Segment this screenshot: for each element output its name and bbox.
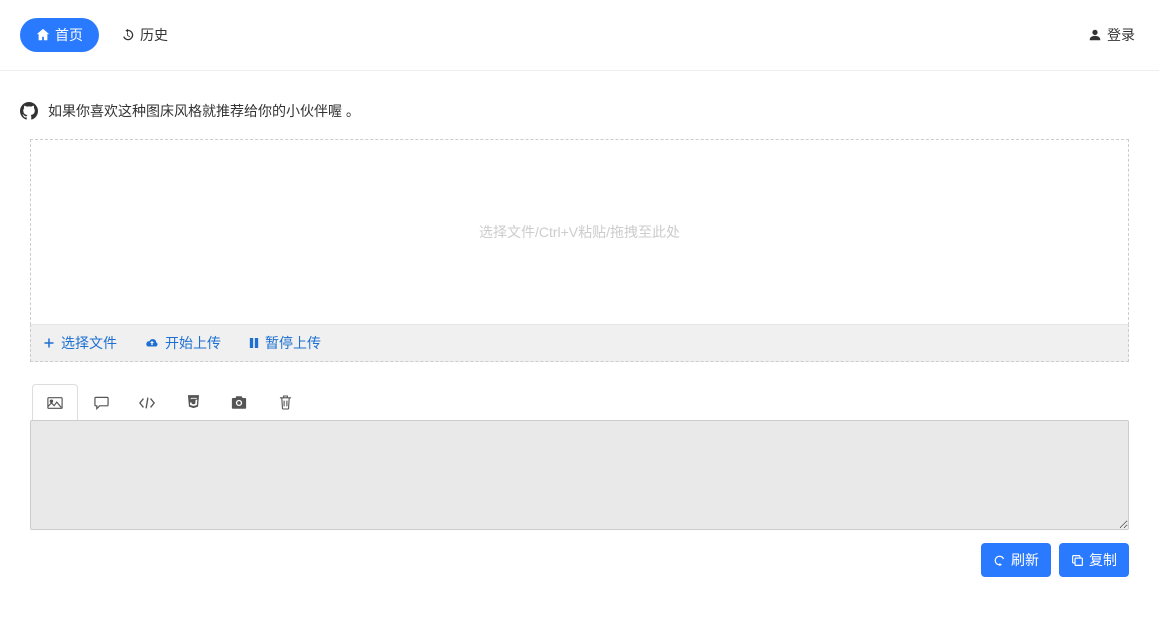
history-label: 历史 — [140, 25, 168, 45]
tab-code[interactable] — [124, 384, 170, 420]
refresh-button[interactable]: 刷新 — [981, 543, 1051, 577]
plus-icon — [43, 337, 55, 349]
start-upload-label: 开始上传 — [165, 333, 221, 353]
select-file-label: 选择文件 — [61, 333, 117, 353]
nav-right: 登录 — [1084, 18, 1139, 52]
copy-icon — [1071, 554, 1084, 567]
code-icon — [139, 397, 155, 409]
home-button[interactable]: 首页 — [20, 18, 99, 52]
select-file-button[interactable]: 选择文件 — [43, 333, 117, 353]
navbar: 首页 历史 登录 — [0, 0, 1159, 71]
login-label: 登录 — [1107, 25, 1135, 45]
tab-markdown[interactable] — [78, 384, 124, 420]
trash-icon — [279, 395, 292, 410]
home-icon — [36, 28, 50, 42]
result-tabs — [30, 384, 1129, 420]
upload-toolbar: 选择文件 开始上传 暂停上传 — [30, 324, 1129, 362]
tab-delete[interactable] — [262, 384, 308, 420]
drop-zone-placeholder: 选择文件/Ctrl+V粘贴/拖拽至此处 — [479, 222, 680, 242]
image-icon — [47, 396, 63, 410]
drop-zone[interactable]: 选择文件/Ctrl+V粘贴/拖拽至此处 — [30, 139, 1129, 325]
github-icon — [20, 102, 38, 120]
promo-bar: 如果你喜欢这种图床风格就推荐给你的小伙伴喔 。 — [0, 71, 1159, 139]
user-icon — [1088, 28, 1102, 42]
result-textarea[interactable] — [30, 420, 1129, 530]
login-button[interactable]: 登录 — [1084, 18, 1139, 52]
pause-upload-label: 暂停上传 — [265, 333, 321, 353]
refresh-label: 刷新 — [1011, 550, 1039, 570]
start-upload-button[interactable]: 开始上传 — [145, 333, 221, 353]
tab-camera[interactable] — [216, 384, 262, 420]
copy-button[interactable]: 复制 — [1059, 543, 1129, 577]
comment-icon — [94, 396, 109, 410]
copy-label: 复制 — [1089, 550, 1117, 570]
nav-left: 首页 历史 — [20, 18, 172, 52]
html5-icon — [187, 395, 200, 410]
camera-icon — [231, 396, 247, 409]
home-label: 首页 — [55, 25, 83, 45]
tab-html[interactable] — [170, 384, 216, 420]
refresh-icon — [993, 554, 1006, 567]
pause-icon — [249, 337, 259, 349]
history-icon — [121, 28, 135, 42]
cloud-upload-icon — [145, 337, 159, 349]
tab-image[interactable] — [32, 384, 78, 420]
promo-text: 如果你喜欢这种图床风格就推荐给你的小伙伴喔 。 — [48, 101, 360, 121]
pause-upload-button[interactable]: 暂停上传 — [249, 333, 321, 353]
action-bar: 刷新 复制 — [30, 543, 1129, 607]
history-button[interactable]: 历史 — [117, 18, 172, 52]
main-area: 选择文件/Ctrl+V粘贴/拖拽至此处 选择文件 开始上传 暂停上传 — [0, 139, 1159, 607]
